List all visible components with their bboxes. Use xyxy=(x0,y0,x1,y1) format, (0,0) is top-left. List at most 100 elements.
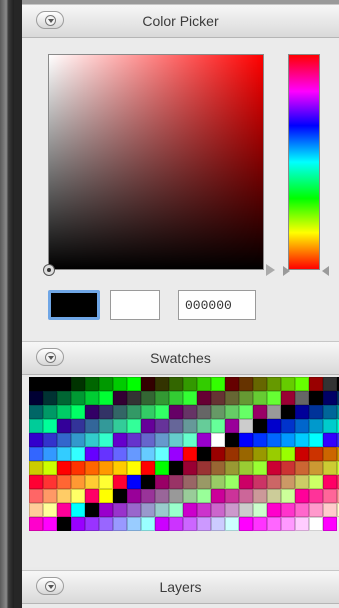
swatch[interactable] xyxy=(43,377,57,391)
swatch[interactable] xyxy=(141,475,155,489)
swatch[interactable] xyxy=(267,447,281,461)
swatch[interactable] xyxy=(197,517,211,531)
swatch[interactable] xyxy=(267,391,281,405)
swatch[interactable] xyxy=(99,391,113,405)
swatch[interactable] xyxy=(323,461,337,475)
swatch[interactable] xyxy=(57,503,71,517)
swatch[interactable] xyxy=(183,461,197,475)
swatch[interactable] xyxy=(99,433,113,447)
swatch[interactable] xyxy=(197,433,211,447)
swatch[interactable] xyxy=(253,433,267,447)
swatch[interactable] xyxy=(295,377,309,391)
swatch[interactable] xyxy=(169,503,183,517)
swatch[interactable] xyxy=(169,461,183,475)
swatch[interactable] xyxy=(295,447,309,461)
swatch[interactable] xyxy=(281,405,295,419)
swatch[interactable] xyxy=(281,419,295,433)
swatch[interactable] xyxy=(211,419,225,433)
swatch[interactable] xyxy=(99,377,113,391)
swatch[interactable] xyxy=(225,419,239,433)
swatch[interactable] xyxy=(183,447,197,461)
swatch[interactable] xyxy=(295,503,309,517)
swatch[interactable] xyxy=(239,475,253,489)
swatch[interactable] xyxy=(169,447,183,461)
swatch[interactable] xyxy=(253,447,267,461)
swatch[interactable] xyxy=(253,391,267,405)
swatch[interactable] xyxy=(113,405,127,419)
swatch[interactable] xyxy=(141,419,155,433)
swatch[interactable] xyxy=(127,391,141,405)
swatch[interactable] xyxy=(211,517,225,531)
swatch[interactable] xyxy=(99,517,113,531)
swatch[interactable] xyxy=(155,489,169,503)
layers-header[interactable]: Layers xyxy=(22,570,339,604)
swatch[interactable] xyxy=(85,377,99,391)
swatch[interactable] xyxy=(43,503,57,517)
swatch[interactable] xyxy=(211,433,225,447)
swatch[interactable] xyxy=(43,475,57,489)
swatch[interactable] xyxy=(239,461,253,475)
saturation-value-square[interactable] xyxy=(48,54,264,270)
swatch[interactable] xyxy=(141,503,155,517)
swatch[interactable] xyxy=(155,419,169,433)
swatch[interactable] xyxy=(281,461,295,475)
swatch[interactable] xyxy=(71,475,85,489)
swatch[interactable] xyxy=(71,503,85,517)
swatch[interactable] xyxy=(211,489,225,503)
swatch[interactable] xyxy=(309,391,323,405)
swatch[interactable] xyxy=(99,447,113,461)
swatch[interactable] xyxy=(323,419,337,433)
swatch[interactable] xyxy=(169,433,183,447)
swatch[interactable] xyxy=(197,503,211,517)
swatch[interactable] xyxy=(225,489,239,503)
swatch[interactable] xyxy=(323,391,337,405)
swatch[interactable] xyxy=(113,475,127,489)
swatch[interactable] xyxy=(239,405,253,419)
swatch[interactable] xyxy=(239,391,253,405)
swatch[interactable] xyxy=(85,433,99,447)
swatch[interactable] xyxy=(281,489,295,503)
swatch[interactable] xyxy=(113,489,127,503)
swatch[interactable] xyxy=(183,517,197,531)
swatch[interactable] xyxy=(29,475,43,489)
swatch[interactable] xyxy=(43,489,57,503)
swatch[interactable] xyxy=(71,461,85,475)
swatch[interactable] xyxy=(295,517,309,531)
previous-color-swatch[interactable] xyxy=(110,290,160,320)
swatch[interactable] xyxy=(57,475,71,489)
swatch[interactable] xyxy=(323,433,337,447)
swatch[interactable] xyxy=(183,377,197,391)
swatch[interactable] xyxy=(323,405,337,419)
swatch[interactable] xyxy=(85,419,99,433)
swatch[interactable] xyxy=(225,475,239,489)
swatch[interactable] xyxy=(253,517,267,531)
swatch[interactable] xyxy=(309,447,323,461)
swatch[interactable] xyxy=(225,391,239,405)
swatch[interactable] xyxy=(253,419,267,433)
swatch[interactable] xyxy=(169,419,183,433)
swatch[interactable] xyxy=(323,447,337,461)
swatch[interactable] xyxy=(85,461,99,475)
swatch[interactable] xyxy=(309,377,323,391)
swatch[interactable] xyxy=(127,517,141,531)
swatch[interactable] xyxy=(323,503,337,517)
swatch[interactable] xyxy=(267,405,281,419)
swatch[interactable] xyxy=(43,447,57,461)
swatch[interactable] xyxy=(309,475,323,489)
swatch[interactable] xyxy=(211,475,225,489)
swatch[interactable] xyxy=(155,461,169,475)
hue-slider-handle-right[interactable] xyxy=(322,266,329,276)
swatch[interactable] xyxy=(99,489,113,503)
swatch[interactable] xyxy=(281,517,295,531)
swatch[interactable] xyxy=(239,433,253,447)
swatch[interactable] xyxy=(113,517,127,531)
swatch[interactable] xyxy=(323,377,337,391)
hex-color-input[interactable] xyxy=(178,290,256,320)
swatch[interactable] xyxy=(127,405,141,419)
swatch[interactable] xyxy=(295,433,309,447)
swatch[interactable] xyxy=(57,433,71,447)
swatch[interactable] xyxy=(141,517,155,531)
swatch[interactable] xyxy=(127,489,141,503)
swatch[interactable] xyxy=(225,377,239,391)
swatch[interactable] xyxy=(183,405,197,419)
